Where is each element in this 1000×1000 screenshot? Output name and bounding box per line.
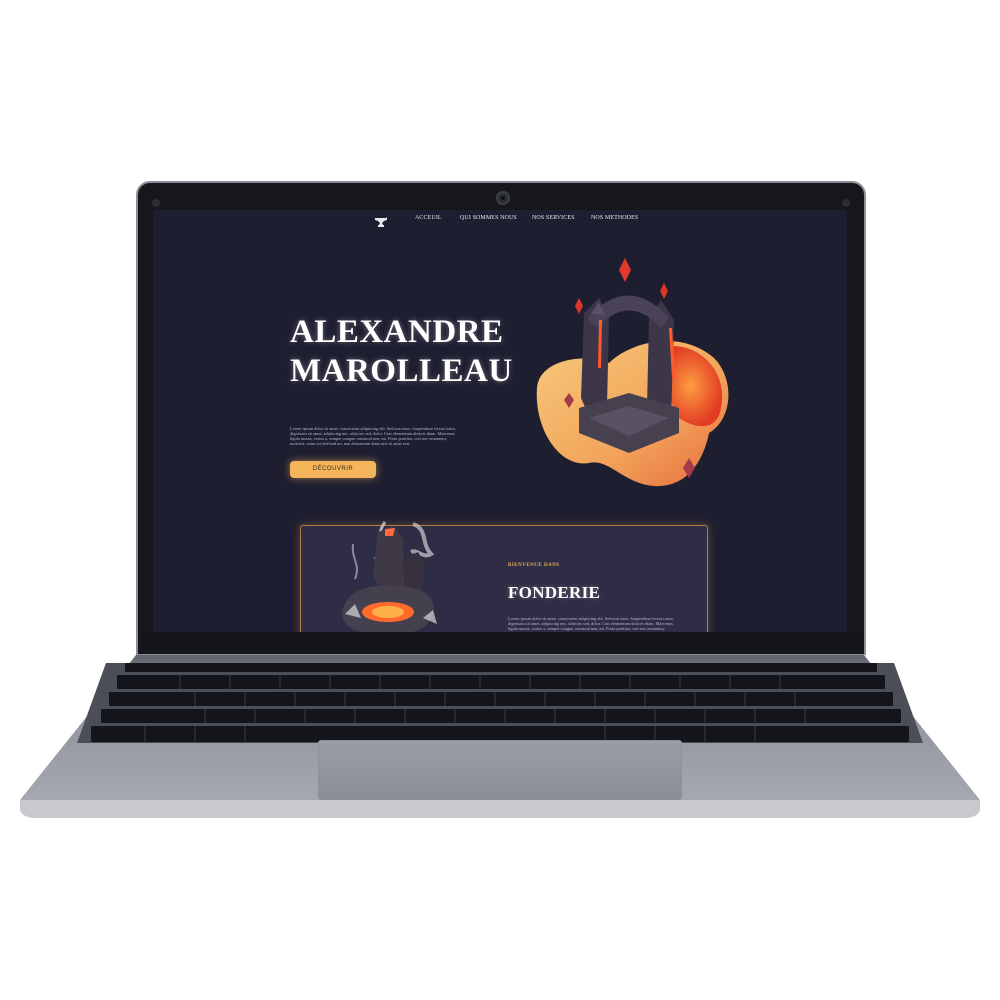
screen-bezel-chin	[138, 632, 864, 654]
bezel-screw	[152, 199, 160, 207]
portal-icon	[536, 258, 729, 487]
touchpad[interactable]	[318, 740, 682, 800]
nav-item-nos-services[interactable]: NOS SERVICES	[532, 215, 575, 221]
anvil-icon[interactable]	[373, 213, 389, 229]
discover-button[interactable]: DÉCOUVRIR	[290, 461, 376, 478]
top-navigation: ACCEUIL QUI SOMMES NOUS NOS SERVICES NOS…	[153, 210, 847, 234]
hero-title-line-1: ALEXANDRE	[290, 314, 504, 350]
nav-item-nos-methodes[interactable]: NOS METHODES	[591, 215, 638, 221]
hero-description: Lorem ipsum dolor sit amet, consectetur …	[290, 426, 456, 446]
bezel-screw	[842, 199, 850, 207]
card-kicker: BIENVENUE DANS	[508, 563, 560, 568]
forge-icon	[342, 521, 437, 632]
card-title: FONDERIE	[508, 583, 601, 602]
laptop-mockup: ACCEUIL QUI SOMMES NOUS NOS SERVICES NOS…	[0, 0, 1000, 1000]
webcam	[496, 191, 510, 205]
website-screen: ACCEUIL QUI SOMMES NOUS NOS SERVICES NOS…	[153, 210, 847, 632]
hero-title-line-2: MAROLLEAU	[290, 353, 513, 389]
keyboard	[91, 663, 909, 742]
card-description: Lorem ipsum dolor sit amet, consectetur …	[508, 616, 674, 632]
hero-title: ALEXANDRE MAROLLEAU	[290, 313, 550, 391]
intro-card: BIENVENUE DANS FONDERIE Lorem ipsum dolo…	[300, 521, 708, 632]
nav-item-acceuil[interactable]: ACCEUIL	[415, 215, 442, 221]
nav-item-qui-sommes-nous[interactable]: QUI SOMMES NOUS	[460, 215, 517, 221]
